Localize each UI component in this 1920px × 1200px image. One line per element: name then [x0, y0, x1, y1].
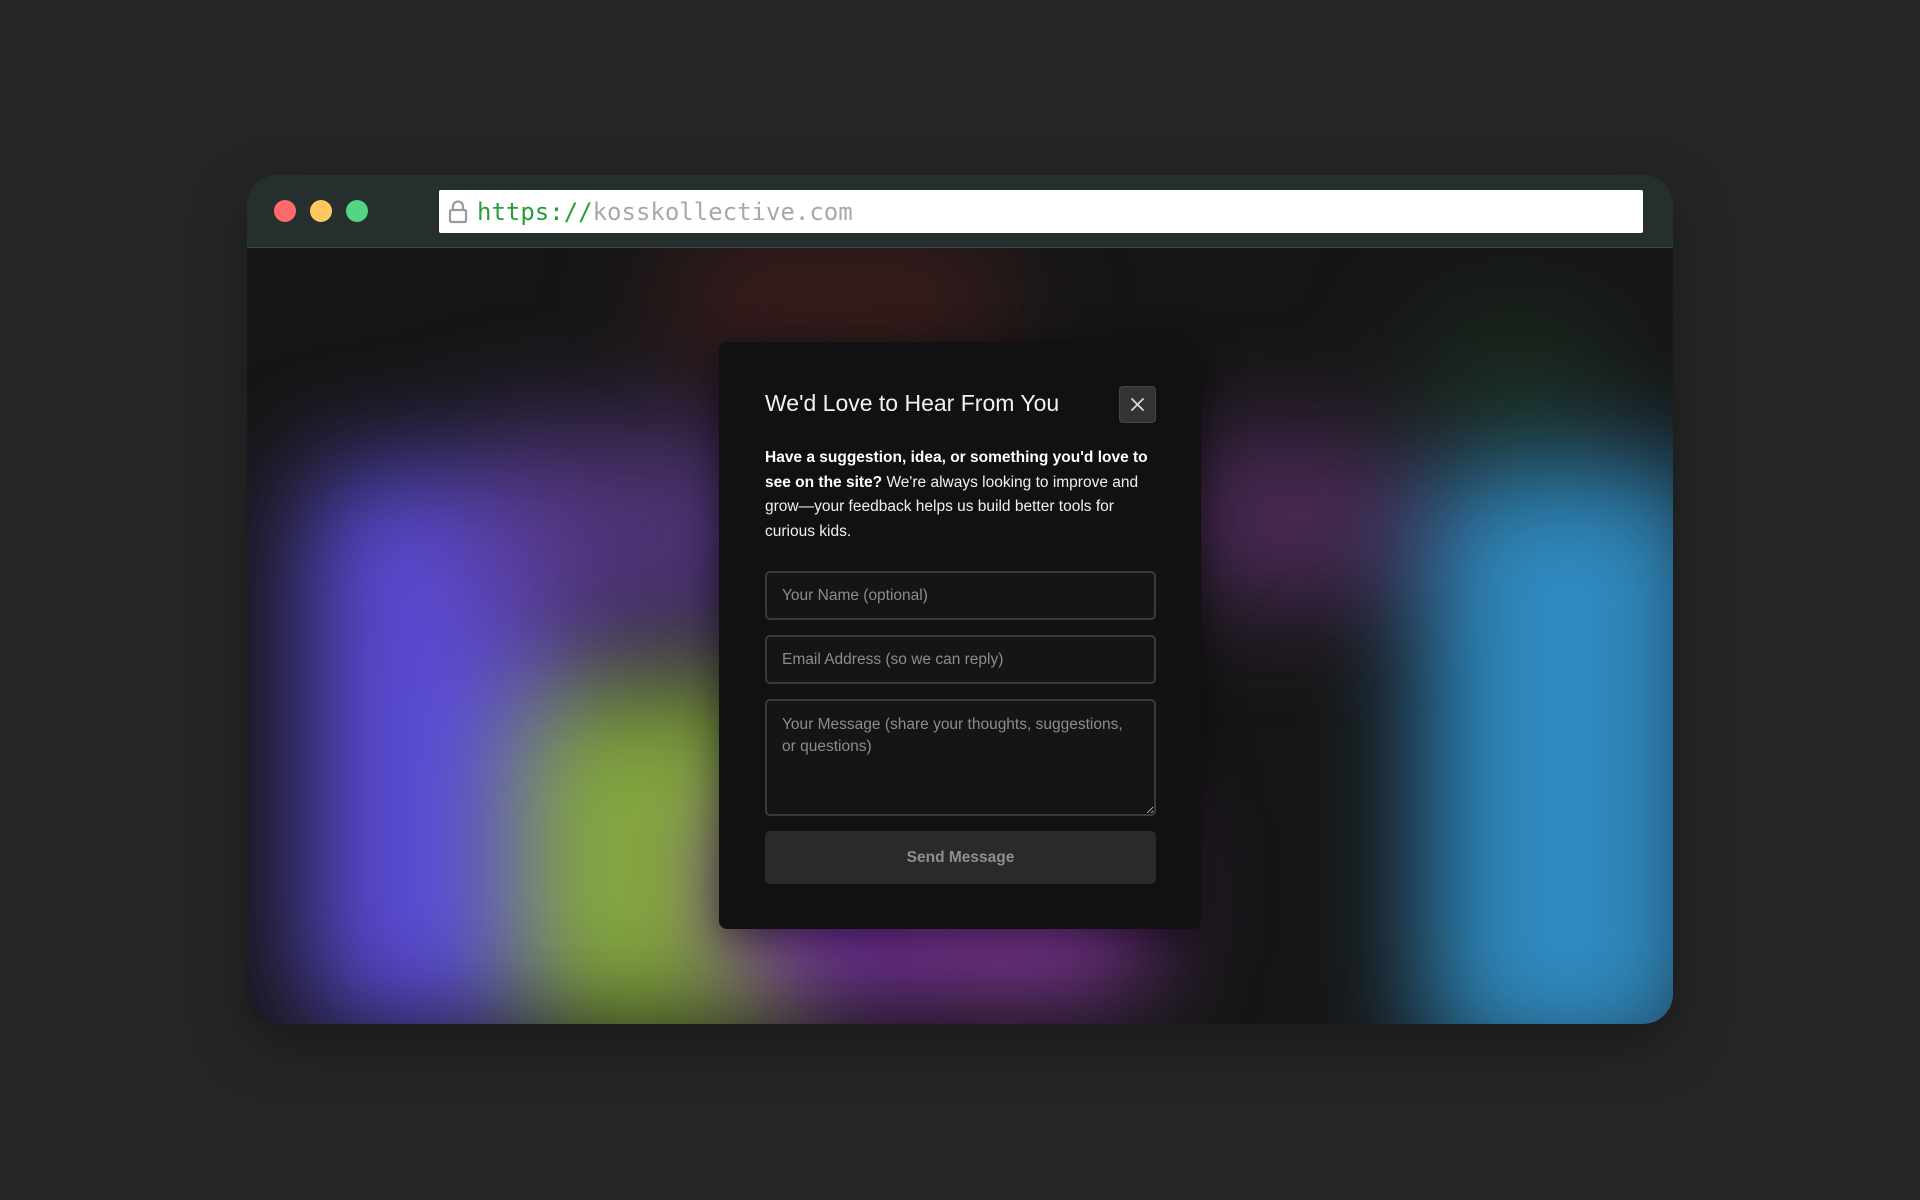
modal-intro: Have a suggestion, idea, or something yo…: [765, 446, 1160, 544]
url-scheme: https://: [477, 197, 593, 226]
close-icon: [1131, 398, 1144, 411]
window-minimize-dot[interactable]: [310, 200, 332, 222]
background-blob: [1417, 308, 1617, 448]
lock-icon: [448, 199, 468, 223]
close-button[interactable]: [1119, 386, 1156, 423]
browser-window: https://kosskollective.com We'd Love to …: [247, 175, 1673, 1024]
window-close-dot[interactable]: [274, 200, 296, 222]
email-field[interactable]: [765, 635, 1156, 684]
modal-title: We'd Love to Hear From You: [765, 390, 1060, 416]
name-field[interactable]: [765, 571, 1156, 620]
feedback-modal: We'd Love to Hear From You Have a sugges…: [719, 342, 1201, 929]
address-bar[interactable]: https://kosskollective.com: [439, 190, 1643, 233]
page-viewport: We'd Love to Hear From You Have a sugges…: [247, 248, 1673, 1024]
send-message-button[interactable]: Send Message: [765, 831, 1156, 884]
url-host: kosskollective.com: [592, 197, 853, 226]
browser-titlebar: https://kosskollective.com: [247, 175, 1673, 248]
window-maximize-dot[interactable]: [346, 200, 368, 222]
background-blob: [1167, 438, 1407, 598]
message-field[interactable]: [765, 699, 1156, 816]
background-blob: [1427, 468, 1673, 1024]
